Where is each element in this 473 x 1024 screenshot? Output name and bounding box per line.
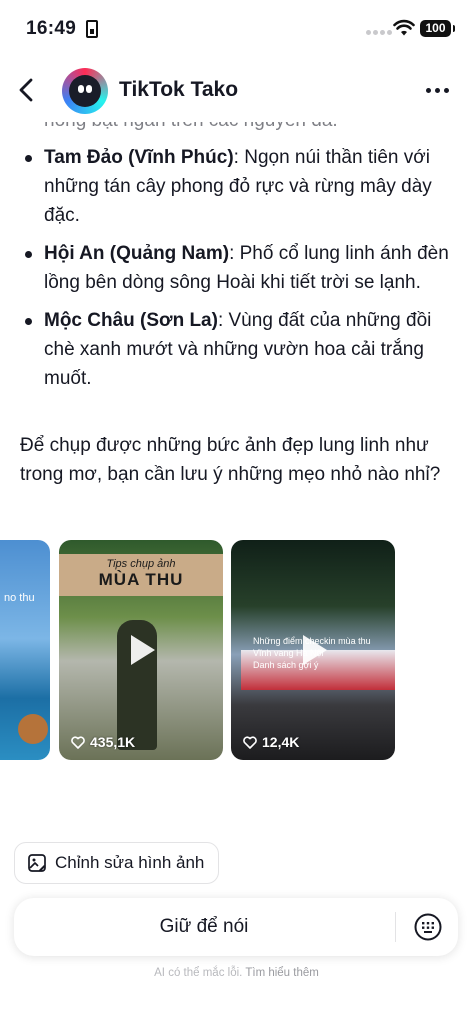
heart-icon	[243, 735, 257, 749]
ai-disclaimer: AI có thể mắc lỗi. Tìm hiểu thêm	[0, 967, 473, 979]
divider	[395, 912, 396, 942]
video-card[interactable]: no thu	[0, 540, 50, 760]
like-count: 435,1K	[71, 734, 135, 750]
chevron-left-icon[interactable]	[14, 76, 40, 104]
disclaimer-text: AI có thể mắc lỗi.	[154, 967, 246, 979]
video-thumbnail-object	[18, 714, 48, 744]
more-horizontal-icon[interactable]	[426, 80, 452, 100]
status-time: 16:49	[26, 18, 77, 39]
bullet-name: Mộc Châu (Sơn La)	[44, 310, 218, 331]
destination-list: Tam Đảo (Vĩnh Phúc): Ngọn núi thần tiên …	[20, 143, 452, 402]
list-item: Tam Đảo (Vĩnh Phúc): Ngọn núi thần tiên …	[20, 143, 452, 230]
signal-icon	[366, 30, 392, 35]
chat-header: TikTok Tako	[0, 58, 473, 122]
status-bar: 16:49 100	[0, 0, 473, 58]
sim-card-icon	[86, 20, 98, 38]
edit-image-button[interactable]: Chỉnh sửa hình ảnh	[14, 842, 220, 884]
keyboard-icon[interactable]	[414, 913, 442, 941]
list-item: Mộc Châu (Sơn La): Vùng đất của những đồ…	[20, 306, 452, 393]
video-tips-text: Tips chụp ảnh	[106, 558, 176, 570]
battery-icon: 100	[420, 20, 455, 37]
video-card[interactable]: Tips chụp ảnh MÙA THU 435,1K	[59, 540, 223, 760]
list-item: Hội An (Quảng Nam): Phố cổ lung linh ánh…	[20, 239, 452, 297]
page-title: TikTok Tako	[119, 78, 239, 101]
edit-image-label: Chỉnh sửa hình ảnh	[55, 853, 205, 872]
avatar[interactable]	[62, 68, 108, 114]
video-title-banner: Tips chụp ảnh MÙA THU	[59, 554, 223, 596]
heart-icon	[71, 735, 85, 749]
bullet-name: Tam Đảo (Vĩnh Phúc)	[44, 147, 234, 168]
like-count-text: 12,4K	[262, 734, 300, 750]
voice-input-bar: Giữ để nói	[14, 898, 458, 956]
play-icon[interactable]	[303, 635, 327, 665]
play-icon[interactable]	[131, 635, 155, 665]
like-count-text: 435,1K	[90, 734, 136, 750]
bullet-name: Hội An (Quảng Nam)	[44, 243, 230, 264]
video-title: MÙA THU	[98, 570, 184, 589]
video-card[interactable]: Những điểm checkin mùa thu Vĩnh vang Hà …	[231, 540, 395, 760]
video-carousel[interactable]: no thu Tips chụp ảnh MÙA THU 435,1K Nhữn…	[0, 540, 473, 764]
video-caption: no thu	[4, 592, 35, 604]
message-content[interactable]: nong bật ngàn trên các nguyên đà. Tam Đả…	[0, 105, 473, 785]
message-paragraph: Để chụp được những bức ảnh đẹp lung linh…	[20, 435, 441, 485]
learn-more-link[interactable]: Tìm hiểu thêm	[245, 967, 319, 979]
wifi-icon	[393, 19, 415, 36]
image-edit-icon	[28, 854, 46, 872]
like-count: 12,4K	[243, 734, 299, 750]
hold-to-talk-button[interactable]: Giữ để nói	[14, 898, 394, 956]
